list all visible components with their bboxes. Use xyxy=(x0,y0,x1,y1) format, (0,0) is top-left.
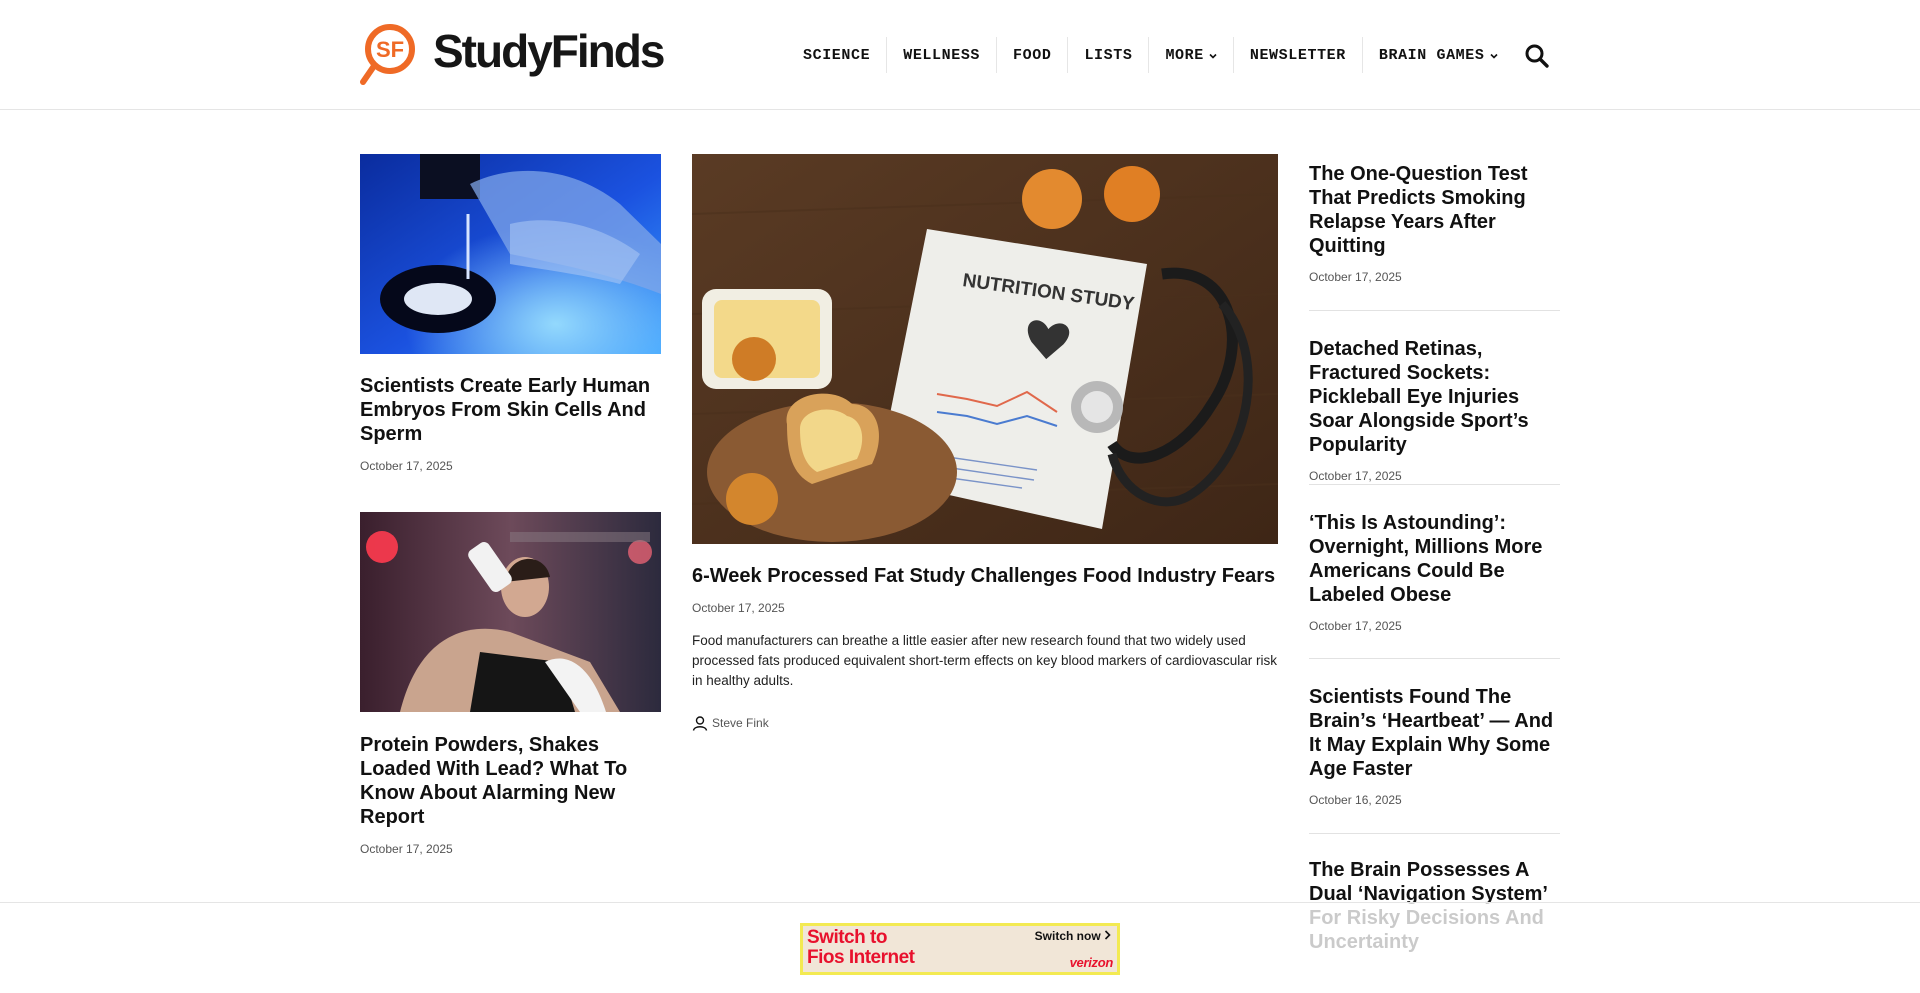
site-header: SF StudyFinds SCIENCE WELLNESS FOOD LIST… xyxy=(0,0,1920,110)
list-item-date: October 17, 2025 xyxy=(1309,619,1402,633)
sticky-ad-bar: Switch to Fios Internet Switch now veriz… xyxy=(0,902,1920,993)
nav-item-food[interactable]: FOOD xyxy=(997,37,1069,73)
list-item-title[interactable]: Scientists Found The Brain’s ‘Heartbeat’… xyxy=(1309,685,1560,781)
list-item-date: October 17, 2025 xyxy=(1309,270,1402,284)
featured-image[interactable]: NUTRITION STUDY xyxy=(692,154,1278,544)
featured-title[interactable]: 6-Week Processed Fat Study Challenges Fo… xyxy=(692,564,1278,588)
list-item: The One-Question Test That Predicts Smok… xyxy=(1309,162,1560,311)
list-item: ‘This Is Astounding’: Overnight, Million… xyxy=(1309,485,1560,659)
ad-headline-line: Switch to xyxy=(807,927,887,948)
nav-label: BRAIN GAMES xyxy=(1378,46,1485,64)
ad-brand: verizon xyxy=(1069,955,1114,970)
ad-cta[interactable]: Switch now xyxy=(1035,929,1111,943)
nav-label: LISTS xyxy=(1084,46,1133,64)
nav-item-science[interactable]: SCIENCE xyxy=(787,37,888,73)
logo-mark: SF xyxy=(376,37,404,62)
article-date: October 17, 2025 xyxy=(360,842,453,856)
ad-banner[interactable]: Switch to Fios Internet Switch now veriz… xyxy=(800,923,1120,975)
nav-item-brain-games[interactable]: BRAIN GAMES xyxy=(1363,37,1514,73)
article-thumbnail-protein[interactable] xyxy=(360,512,661,712)
featured-date: October 17, 2025 xyxy=(692,601,785,615)
nav-label: WELLNESS xyxy=(903,46,981,64)
user-icon xyxy=(692,716,708,731)
main-nav: SCIENCE WELLNESS FOOD LISTS MORE NEWSLET… xyxy=(787,37,1514,73)
list-item: Detached Retinas, Fractured Sockets: Pic… xyxy=(1309,311,1560,485)
latest-articles-list: The One-Question Test That Predicts Smok… xyxy=(1309,162,1560,954)
nav-item-more[interactable]: MORE xyxy=(1149,37,1234,73)
list-item-date: October 17, 2025 xyxy=(1309,469,1402,483)
article-card: Protein Powders, Shakes Loaded With Lead… xyxy=(360,512,661,856)
list-item-date: October 16, 2025 xyxy=(1309,793,1402,807)
list-item-title[interactable]: The One-Question Test That Predicts Smok… xyxy=(1309,162,1560,258)
author-name: Steve Fink xyxy=(712,716,769,730)
list-item-title[interactable]: Detached Retinas, Fractured Sockets: Pic… xyxy=(1309,337,1560,457)
chevron-down-icon xyxy=(1209,47,1217,64)
article-title[interactable]: Scientists Create Early Human Embryos Fr… xyxy=(360,374,661,446)
nav-item-lists[interactable]: LISTS xyxy=(1068,37,1150,73)
ad-headline: Switch to Fios Internet xyxy=(807,928,915,968)
nav-label: NEWSLETTER xyxy=(1249,46,1346,64)
featured-excerpt: Food manufacturers can breathe a little … xyxy=(692,633,1278,688)
nav-item-wellness[interactable]: WELLNESS xyxy=(887,37,998,73)
author-link[interactable]: Steve Fink xyxy=(692,715,1278,731)
studyfinds-logo[interactable]: SF StudyFinds xyxy=(360,22,680,86)
list-item-title[interactable]: ‘This Is Astounding’: Overnight, Million… xyxy=(1309,511,1560,607)
list-item: Scientists Found The Brain’s ‘Heartbeat’… xyxy=(1309,659,1560,834)
chevron-right-icon xyxy=(1104,929,1111,943)
article-title[interactable]: Protein Powders, Shakes Loaded With Lead… xyxy=(360,733,661,829)
logo-wordmark: StudyFinds xyxy=(433,25,664,77)
article-thumbnail-lab[interactable] xyxy=(360,154,661,354)
ad-headline-line: Fios Internet xyxy=(807,947,915,968)
nav-label: SCIENCE xyxy=(803,46,871,64)
featured-article: NUTRITION STUDY 6-Week Processed Fat Stu… xyxy=(692,154,1278,731)
ad-cta-label: Switch now xyxy=(1034,929,1101,943)
nav-label: MORE xyxy=(1165,46,1204,64)
article-card: Scientists Create Early Human Embryos Fr… xyxy=(360,154,661,473)
nav-item-newsletter[interactable]: NEWSLETTER xyxy=(1234,37,1363,73)
search-icon[interactable] xyxy=(1524,43,1550,69)
chevron-down-icon xyxy=(1489,47,1498,64)
article-date: October 17, 2025 xyxy=(360,459,453,473)
nav-label: FOOD xyxy=(1013,46,1052,64)
